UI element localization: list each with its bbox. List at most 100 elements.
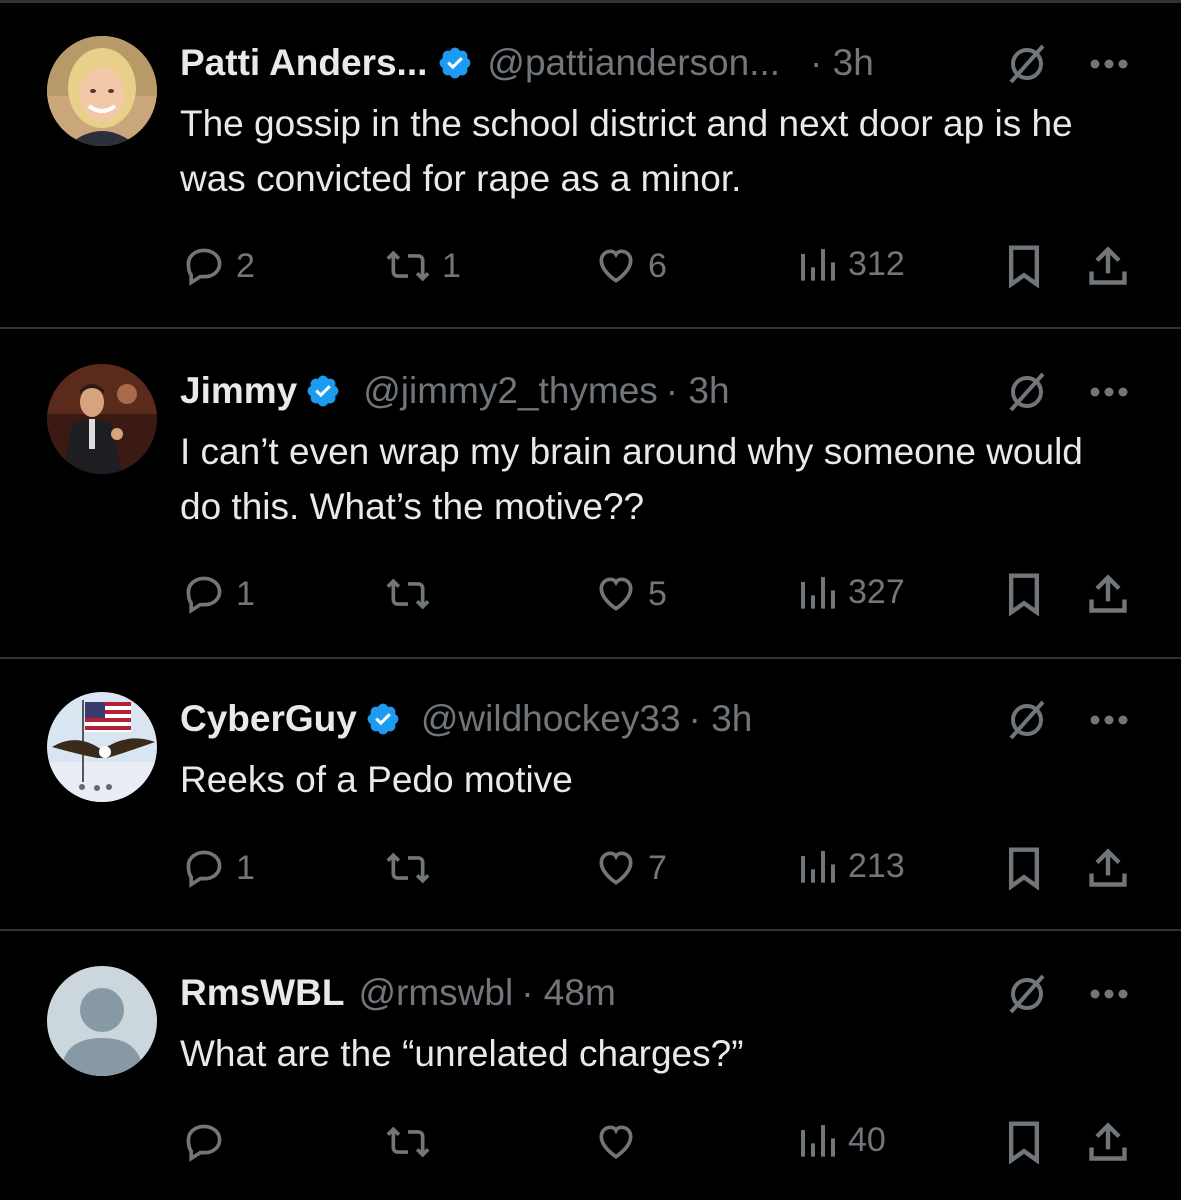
default-avatar xyxy=(47,966,157,1076)
views-button[interactable]: 40 xyxy=(798,1120,886,1160)
action-bar: 40 xyxy=(0,1120,1181,1170)
display-name[interactable]: RmsWBL xyxy=(180,972,344,1014)
repost-icon xyxy=(386,852,430,884)
action-bar: 1 5 327 xyxy=(0,572,1181,622)
views-icon xyxy=(801,1125,835,1157)
share-icon xyxy=(1089,848,1127,887)
bookmark-icon xyxy=(1008,573,1040,616)
more-options-icon[interactable] xyxy=(1089,58,1129,70)
share-button[interactable] xyxy=(1086,846,1130,890)
tweet-text: I can’t even wrap my brain around why so… xyxy=(180,431,1083,527)
display-name[interactable]: Jimmy xyxy=(180,370,297,412)
share-icon xyxy=(1089,246,1127,285)
tweet-text: The gossip in the school district and ne… xyxy=(180,103,1073,199)
verified-badge-icon xyxy=(307,375,339,407)
tweet-divider xyxy=(0,327,1181,329)
action-bar: 1 7 213 xyxy=(0,846,1181,896)
bookmark-button[interactable] xyxy=(1004,244,1044,288)
repost-button[interactable]: 1 xyxy=(384,244,461,288)
timestamp[interactable]: · 3h xyxy=(666,370,730,412)
grok-icon[interactable] xyxy=(1005,42,1049,86)
share-button[interactable] xyxy=(1086,244,1130,288)
reply-icon xyxy=(186,1124,222,1162)
reply-button[interactable] xyxy=(182,1120,236,1164)
reply-count: 1 xyxy=(236,848,255,887)
verified-badge-icon xyxy=(440,47,471,79)
handle[interactable]: @jimmy2_thymes xyxy=(363,370,658,412)
reply-icon xyxy=(186,850,222,888)
handle[interactable]: @pattianderson... xyxy=(487,42,780,84)
reply-button[interactable]: 1 xyxy=(182,846,255,890)
bookmark-button[interactable] xyxy=(1004,1120,1044,1164)
tweet-header: Jimmy @jimmy2_thymes · 3h xyxy=(180,366,1131,416)
heart-icon xyxy=(599,1125,633,1159)
woman-blonde-avatar xyxy=(47,36,157,146)
handle[interactable]: @rmswbl xyxy=(358,972,513,1014)
reply-count: 1 xyxy=(236,574,255,613)
tweet-header: Patti Anders... @pattianderson... · 3h xyxy=(180,38,1131,88)
repost-button[interactable] xyxy=(384,846,442,890)
eagle-flag-avatar xyxy=(47,692,157,802)
more-options-icon[interactable] xyxy=(1089,386,1129,398)
views-icon xyxy=(801,851,835,883)
share-button[interactable] xyxy=(1086,572,1130,616)
views-button[interactable]: 213 xyxy=(798,846,905,886)
repost-button[interactable] xyxy=(384,1120,442,1164)
tweet-divider xyxy=(0,929,1181,931)
reply-icon xyxy=(186,248,222,286)
timestamp[interactable]: · 3h xyxy=(689,698,753,740)
views-icon xyxy=(801,577,835,609)
reply-icon xyxy=(186,576,222,614)
bookmark-icon xyxy=(1008,847,1040,890)
avatar[interactable] xyxy=(47,966,157,1076)
tweet-2[interactable]: Jimmy @jimmy2_thymes · 3h I can’t even w… xyxy=(0,330,1181,658)
verified-badge-icon xyxy=(367,703,399,735)
like-button[interactable]: 7 xyxy=(594,846,667,890)
avatar[interactable] xyxy=(47,364,157,474)
like-count: 5 xyxy=(648,574,667,613)
heart-icon xyxy=(599,577,633,611)
bookmark-button[interactable] xyxy=(1004,572,1044,616)
view-count: 40 xyxy=(848,1120,886,1159)
grok-icon[interactable] xyxy=(1005,370,1049,414)
handle[interactable]: @wildhockey33 xyxy=(421,698,681,740)
repost-button[interactable] xyxy=(384,572,442,616)
share-button[interactable] xyxy=(1086,1120,1130,1164)
tweet-text: What are the “unrelated charges?” xyxy=(180,1033,744,1074)
more-options-icon[interactable] xyxy=(1089,714,1129,726)
tweet-4[interactable]: RmsWBL @rmswbl · 48m What are the “unrel… xyxy=(0,932,1181,1200)
bookmark-icon xyxy=(1008,245,1040,288)
reply-button[interactable]: 2 xyxy=(182,244,255,288)
views-button[interactable]: 312 xyxy=(798,244,905,284)
action-bar: 2 1 6 312 xyxy=(0,244,1181,294)
avatar[interactable] xyxy=(47,692,157,802)
tweet-divider xyxy=(0,657,1181,659)
like-count: 6 xyxy=(648,246,667,285)
heart-icon xyxy=(599,249,633,283)
grok-icon[interactable] xyxy=(1005,972,1049,1016)
man-photo-avatar xyxy=(47,364,157,474)
tweet-3[interactable]: CyberGuy @wildhockey33 · 3h Reeks of a P… xyxy=(0,660,1181,930)
share-icon xyxy=(1089,574,1127,613)
display-name[interactable]: Patti Anders... xyxy=(180,42,427,84)
tweet-header: CyberGuy @wildhockey33 · 3h xyxy=(180,694,1131,744)
tweet-1[interactable]: Patti Anders... @pattianderson... · 3h T… xyxy=(0,0,1181,328)
timestamp[interactable]: · 48m xyxy=(521,972,616,1014)
like-button[interactable]: 6 xyxy=(594,244,667,288)
reply-count: 2 xyxy=(236,246,255,285)
views-button[interactable]: 327 xyxy=(798,572,905,612)
grok-icon[interactable] xyxy=(1005,698,1049,742)
timestamp[interactable]: · 3h xyxy=(810,42,874,84)
heart-icon xyxy=(599,851,633,885)
view-count: 327 xyxy=(848,572,905,611)
like-button[interactable] xyxy=(594,1120,648,1164)
views-icon xyxy=(801,249,835,281)
like-count: 7 xyxy=(648,848,667,887)
bookmark-button[interactable] xyxy=(1004,846,1044,890)
bookmark-icon xyxy=(1008,1121,1040,1164)
more-options-icon[interactable] xyxy=(1089,988,1129,1000)
avatar[interactable] xyxy=(47,36,157,146)
like-button[interactable]: 5 xyxy=(594,572,667,616)
display-name[interactable]: CyberGuy xyxy=(180,698,357,740)
reply-button[interactable]: 1 xyxy=(182,572,255,616)
